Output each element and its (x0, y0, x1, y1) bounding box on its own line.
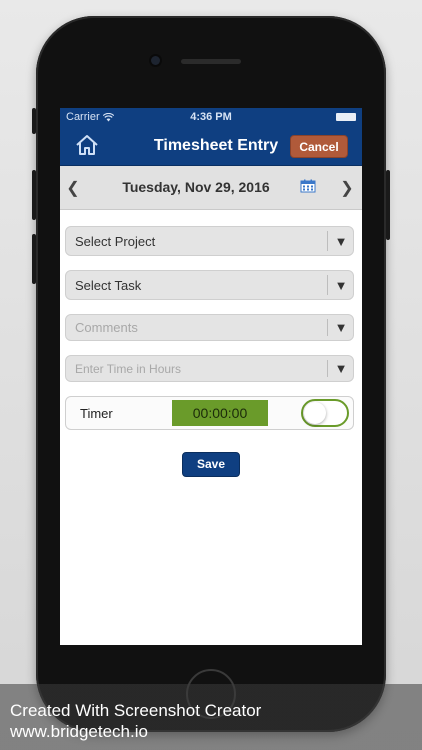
earpiece-speaker (181, 59, 241, 64)
calendar-icon[interactable] (300, 179, 316, 193)
watermark-banner: Created With Screenshot Creator www.brid… (0, 684, 422, 750)
timer-row: Timer 00:00:00 (65, 396, 354, 430)
dropdown-arrow-icon: ▼ (334, 320, 348, 335)
battery-icon (336, 113, 356, 121)
timer-display: 00:00:00 (172, 400, 268, 426)
project-select-label: Select Project (75, 233, 156, 249)
dropdown-arrow-icon: ▼ (334, 277, 348, 293)
nav-bar: Timesheet Entry Cancel (60, 126, 362, 166)
front-camera (151, 56, 160, 65)
task-select-label: Select Task (75, 277, 142, 293)
app-screen: Carrier 4:36 PM Timesheet Entry Cancel ❮… (60, 108, 362, 645)
select-divider (327, 319, 328, 336)
status-bar: Carrier 4:36 PM (60, 108, 362, 126)
timer-toggle[interactable] (301, 399, 349, 427)
select-divider (327, 275, 328, 295)
comments-field[interactable]: Comments ▼ (65, 314, 354, 341)
side-button (32, 108, 36, 134)
status-time: 4:36 PM (190, 111, 232, 123)
watermark-line-1: Created With Screenshot Creator (10, 701, 262, 720)
hours-field[interactable]: Enter Time in Hours ▼ (65, 355, 354, 382)
watermark-line-2: www.bridgetech.io (10, 722, 148, 741)
save-button[interactable]: Save (182, 452, 240, 477)
date-navigator: ❮ Tuesday, Nov 29, 2016 ❯ (60, 166, 362, 210)
project-select[interactable]: Select Project ▼ (65, 226, 354, 256)
hours-placeholder: Enter Time in Hours (75, 361, 182, 376)
power-button (386, 170, 390, 240)
current-date: Tuesday, Nov 29, 2016 (122, 179, 270, 195)
chevron-right-icon[interactable]: ❯ (340, 178, 354, 197)
timer-label: Timer (80, 405, 113, 421)
dropdown-arrow-icon: ▼ (334, 361, 348, 376)
comments-placeholder: Comments (75, 320, 138, 335)
select-divider (327, 231, 328, 251)
cancel-button[interactable]: Cancel (290, 135, 348, 158)
timesheet-form: Select Project ▼ Select Task ▼ Comments … (60, 210, 362, 645)
select-divider (327, 360, 328, 377)
toggle-knob (304, 402, 326, 424)
volume-down-button (32, 234, 36, 284)
volume-up-button (32, 170, 36, 220)
dropdown-arrow-icon: ▼ (334, 233, 348, 249)
task-select[interactable]: Select Task ▼ (65, 270, 354, 300)
